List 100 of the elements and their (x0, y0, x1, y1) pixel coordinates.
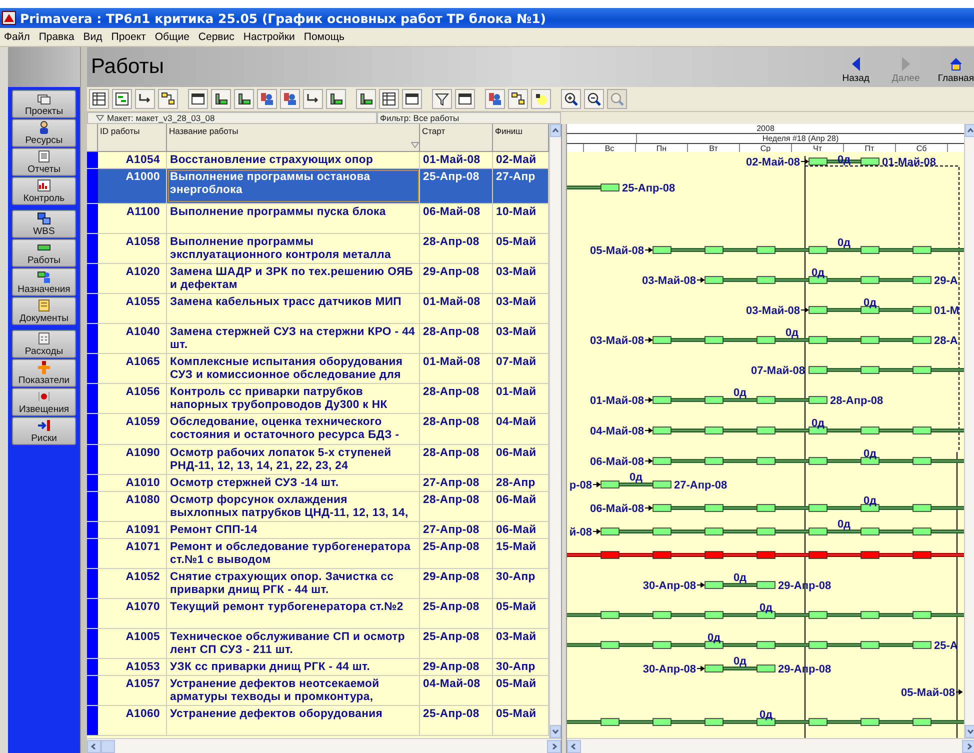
bars-icon (237, 92, 251, 106)
table-row[interactable]: A1070 Текущий ремонт турбогенератора ст.№2 25-Апр-08 05-Май (87, 599, 549, 629)
sidebar-button[interactable]: Риски (12, 417, 76, 445)
date-label: 28-А (934, 335, 958, 347)
menu-item[interactable]: Сервис (198, 31, 234, 43)
menu-item[interactable]: Вид (83, 31, 102, 43)
table-row[interactable]: A1000 Выполнение программы останова энергоблока 25-Апр-08 27-Апр (87, 169, 549, 204)
scroll-down-icon[interactable] (965, 725, 974, 738)
sidebar-button[interactable]: Расходы (12, 330, 76, 358)
table-row[interactable]: A1060 Устранение дефектов оборудования 25-Апр-08 05-Май (87, 706, 549, 736)
sidebar-button[interactable]: Ресурсы (12, 119, 76, 147)
arrow-icon (644, 506, 653, 510)
scroll-down-icon[interactable] (550, 725, 561, 738)
row-marker (87, 234, 98, 263)
scrollbar[interactable] (549, 124, 561, 738)
table-row[interactable]: A1090 Осмотр рабочих лопаток 5-х ступеней РНД-11, 12, 13, 14, 21, 22, 23, 24 28-Апр-08 06-Май (87, 445, 549, 475)
scrollbar[interactable] (567, 738, 974, 753)
table-row[interactable]: A1053 УЗК сс приварки днищ РГК - 44 шт. 29-Апр-08 30-Апр (87, 659, 549, 676)
menu-item[interactable]: Файл (4, 31, 30, 43)
toolbar-button[interactable] (379, 89, 399, 109)
toolbar-button[interactable] (402, 89, 422, 109)
sidebar-button[interactable]: Документы (12, 297, 76, 325)
network-icon (161, 92, 175, 106)
sidebar-button[interactable]: Контроль (12, 177, 76, 205)
nav-button[interactable]: Главная (938, 57, 974, 84)
table-cell: 28-Апр-08 (420, 324, 493, 353)
table-row[interactable]: A1100 Выполнение программы пуска блока 06-Май-08 10-Май (87, 204, 549, 234)
critical-activity-bar[interactable] (567, 551, 964, 559)
toolbar-button[interactable] (584, 89, 604, 109)
table-cell: Выполнение программы останова энергоблока (167, 169, 420, 203)
table-cell: A1058 (98, 234, 167, 263)
table-icon (92, 92, 106, 106)
table-row[interactable]: A1091 Ремонт СПП-14 27-Апр-08 06-Май (87, 522, 549, 539)
date-label: й-08 (569, 526, 592, 538)
sidebar-button[interactable]: Показатели (12, 359, 76, 387)
sidebar-button[interactable]: Работы (12, 239, 76, 267)
toolbar-button[interactable] (188, 89, 208, 109)
caret-icon[interactable] (96, 115, 104, 121)
toolbar-button[interactable] (561, 89, 581, 109)
toolbar-button[interactable] (508, 89, 528, 109)
window-icon (405, 92, 419, 106)
sidebar-button[interactable]: Отчеты (12, 148, 76, 176)
toolbar-button[interactable] (158, 89, 178, 109)
table-row[interactable]: A1080 Осмотр форсунок охлаждения выхлопных патрубков ЦНД-11, 12, 13, 14, 28-Апр-08 06-Май (87, 492, 549, 522)
nav-button[interactable]: Назад (838, 57, 874, 84)
scrollbar[interactable] (964, 124, 974, 738)
float-label: 0д (733, 387, 747, 399)
toolbar-button[interactable] (211, 89, 231, 109)
table-row[interactable]: A1071 Ремонт и обследование турбогенератора ст.№1 с выводом 25-Апр-08 15-Май (87, 539, 549, 569)
scroll-right-icon[interactable] (962, 740, 974, 752)
menu-item[interactable]: Правка (38, 31, 74, 43)
date-label: 01-Май-08 (882, 156, 936, 168)
table-row[interactable]: A1010 Осмотр стержней СУЗ -14 шт. 27-Апр-08 28-Апр (87, 475, 549, 492)
table-row[interactable]: A1065 Комплексные испытания оборудования СУЗ и комиссионное обследование для 01-Май-08 07-Май (87, 354, 549, 384)
table-cell: 25-Апр-08 (420, 629, 493, 658)
menu-item[interactable]: Общие (154, 31, 190, 43)
table-row[interactable]: A1052 Снятие страхующих опор. Зачистка сс приварки днищ РГК - 44 шт. 29-Апр-08 30-Апр (87, 569, 549, 599)
page-title: Работы (91, 55, 164, 79)
activity-bar[interactable] (808, 366, 964, 374)
table-row[interactable]: A1056 Контроль сс приварки патрубков напорных трубопроводов Ду300 к НК 28-Апр-08 01-Май (87, 384, 549, 414)
scrollbar[interactable] (87, 738, 561, 753)
table-row[interactable]: A1057 Устранение дефектов неотсекаемой арматуры техводы и промконтура, 04-Май-08 05-Май (87, 676, 549, 706)
toolbar-button[interactable] (326, 89, 346, 109)
toolbar-button[interactable] (303, 89, 323, 109)
row-marker (87, 354, 98, 383)
table-row[interactable]: A1058 Выполнение программы эксплуатационного контроля металла 28-Апр-08 05-Май (87, 234, 549, 264)
toolbar-button[interactable] (531, 89, 551, 109)
activity-bar[interactable] (567, 184, 620, 192)
table-row[interactable]: A1055 Замена кабельных трасс датчиков МИП 01-Май-08 03-Май (87, 294, 549, 324)
table-row[interactable]: A1005 Техническое обслуживание СП и осмотр лент СП СУЗ - 211 шт. 25-Апр-08 03-Май (87, 629, 549, 659)
float-label: 0д (837, 237, 851, 249)
toolbar-button[interactable] (135, 89, 155, 109)
toolbar-button[interactable] (89, 89, 109, 109)
toolbar-button[interactable] (432, 89, 452, 109)
sidebar-button[interactable]: Извещения (12, 388, 76, 416)
table-cell: A1070 (98, 599, 167, 628)
table-cell: A1005 (98, 629, 167, 658)
menu-item[interactable]: Проект (111, 31, 146, 43)
scroll-right-icon[interactable] (547, 740, 561, 752)
menu-item[interactable]: Помощь (304, 31, 344, 43)
arrow-icon (592, 482, 601, 487)
scroll-up-icon[interactable] (550, 124, 561, 137)
toolbar-button[interactable] (455, 89, 475, 109)
table-row[interactable]: A1059 Обследование, оценка технического состояния и остаточного ресурса БДЗ - 28-Апр-08 04-Май (87, 414, 549, 445)
toolbar-button[interactable] (234, 89, 254, 109)
scroll-left-icon[interactable] (87, 740, 101, 752)
scroll-up-icon[interactable] (965, 124, 974, 137)
menu-item[interactable]: Настройки (243, 31, 295, 43)
sidebar-button[interactable]: Проекты (12, 90, 76, 118)
scroll-thumb[interactable] (101, 740, 115, 752)
table-row[interactable]: A1020 Замена ШАДР и ЗРК по тех.решению ОЯБ и дефектам 29-Апр-08 03-Май (87, 264, 549, 294)
sidebar-button[interactable]: WBS (12, 210, 76, 238)
toolbar-button[interactable] (356, 89, 376, 109)
table-row[interactable]: A1040 Замена стержней СУЗ на стержни КРО - 44 шт. 28-Апр-08 03-Май (87, 324, 549, 354)
sidebar-button[interactable]: Назначения (12, 268, 76, 296)
row-marker (87, 384, 98, 413)
table-cell: 25-Апр-08 (420, 706, 493, 735)
toolbar-button[interactable] (112, 89, 132, 109)
scroll-left-icon[interactable] (567, 740, 581, 752)
table-cell: 28-Апр-08 (420, 384, 493, 413)
